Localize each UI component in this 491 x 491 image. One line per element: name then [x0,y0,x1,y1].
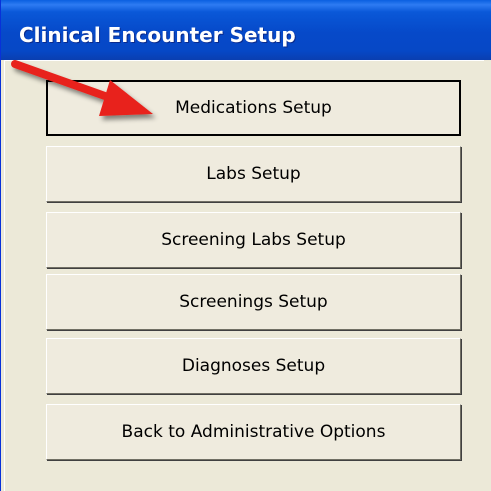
screening-labs-setup-button[interactable]: Screening Labs Setup [46,212,461,268]
screenings-setup-button[interactable]: Screenings Setup [46,274,461,330]
medications-setup-button[interactable]: Medications Setup [46,80,461,136]
title-bar[interactable]: Clinical Encounter Setup [1,0,491,60]
labs-setup-button[interactable]: Labs Setup [46,146,461,202]
window-title: Clinical Encounter Setup [19,23,296,47]
clinical-encounter-setup-window: Clinical Encounter Setup Medications Set… [0,0,491,491]
diagnoses-setup-button[interactable]: Diagnoses Setup [46,338,461,394]
back-to-administrative-options-button[interactable]: Back to Administrative Options [46,404,461,460]
